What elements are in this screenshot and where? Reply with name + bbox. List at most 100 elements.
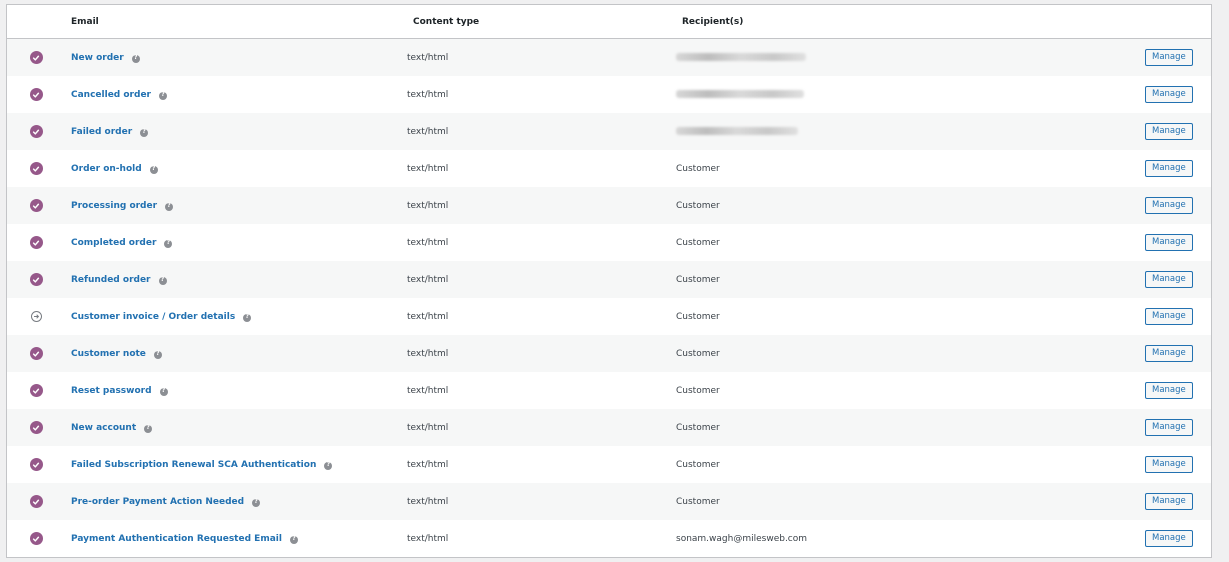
manage-button[interactable]: Manage <box>1145 456 1193 473</box>
manage-button[interactable]: Manage <box>1145 86 1193 103</box>
enabled-check-icon <box>29 421 43 434</box>
email-name-link[interactable]: Pre-order Payment Action Needed <box>65 497 244 507</box>
action-cell: Manage <box>1145 49 1211 66</box>
recipient-cell: Customer <box>676 423 1145 433</box>
email-name-link[interactable]: New account <box>65 423 136 433</box>
email-cell: Order on-hold <box>65 164 407 174</box>
table-row: Failed order text/html Manage <box>7 113 1211 150</box>
email-name-link[interactable]: Refunded order <box>65 275 151 285</box>
email-name-link[interactable]: Order on-hold <box>65 164 142 174</box>
email-name-link[interactable]: Reset password <box>65 386 152 396</box>
content-type-cell: text/html <box>407 459 449 470</box>
email-cell: Payment Authentication Requested Email <box>65 534 407 544</box>
manage-button[interactable]: Manage <box>1145 382 1193 399</box>
email-cell: New account <box>65 423 407 433</box>
table-row: Pre-order Payment Action Needed text/htm… <box>7 483 1211 520</box>
table-header: Email Content type Recipient(s) <box>7 5 1211 39</box>
recipient-cell: Customer <box>676 312 1145 322</box>
email-name-link[interactable]: New order <box>65 53 124 63</box>
help-icon[interactable] <box>131 54 140 63</box>
recipient-text: Customer <box>676 385 720 396</box>
email-cell: Customer note <box>65 349 407 359</box>
redacted-recipient <box>676 127 798 135</box>
recipient-cell: Customer <box>676 386 1145 396</box>
status-cell <box>7 458 65 471</box>
content-type-cell: text/html <box>407 422 449 433</box>
action-cell: Manage <box>1145 271 1211 288</box>
action-cell: Manage <box>1145 197 1211 214</box>
enabled-check-icon <box>29 51 43 64</box>
recipient-cell: Customer <box>676 275 1145 285</box>
enabled-check-icon <box>29 236 43 249</box>
content-type-cell: text/html <box>407 274 449 285</box>
content-type-cell: text/html <box>407 496 449 507</box>
email-name-link[interactable]: Completed order <box>65 238 156 248</box>
manage-button[interactable]: Manage <box>1145 271 1193 288</box>
enabled-check-icon <box>29 458 43 471</box>
status-cell <box>7 162 65 175</box>
recipient-text: Customer <box>676 163 720 174</box>
recipient-cell <box>676 53 1145 63</box>
help-icon[interactable] <box>165 202 174 211</box>
content-type-cell: text/html <box>407 385 449 396</box>
manage-button[interactable]: Manage <box>1145 530 1193 547</box>
action-cell: Manage <box>1145 345 1211 362</box>
help-icon[interactable] <box>144 424 153 433</box>
table-body: New order text/html Manage Cancelled ord… <box>7 39 1211 557</box>
content-type-cell: text/html <box>407 348 449 359</box>
status-cell <box>7 88 65 101</box>
email-cell: Pre-order Payment Action Needed <box>65 497 407 507</box>
help-icon[interactable] <box>252 498 261 507</box>
manage-button[interactable]: Manage <box>1145 493 1193 510</box>
manage-button[interactable]: Manage <box>1145 419 1193 436</box>
content-type-cell: text/html <box>407 126 449 137</box>
enabled-check-icon <box>29 125 43 138</box>
email-cell: Refunded order <box>65 275 407 285</box>
email-name-link[interactable]: Cancelled order <box>65 90 151 100</box>
recipient-cell <box>676 127 1145 137</box>
recipient-cell: Customer <box>676 460 1145 470</box>
recipient-cell: Customer <box>676 497 1145 507</box>
content-type-cell: text/html <box>407 237 449 248</box>
email-name-link[interactable]: Failed Subscription Renewal SCA Authenti… <box>65 460 316 470</box>
help-icon[interactable] <box>153 350 162 359</box>
enabled-check-icon <box>29 347 43 360</box>
action-cell: Manage <box>1145 308 1211 325</box>
email-cell: Reset password <box>65 386 407 396</box>
manage-button[interactable]: Manage <box>1145 49 1193 66</box>
action-cell: Manage <box>1145 86 1211 103</box>
enabled-check-icon <box>29 384 43 397</box>
table-row: Cancelled order text/html Manage <box>7 76 1211 113</box>
help-icon[interactable] <box>164 239 173 248</box>
help-icon[interactable] <box>159 387 168 396</box>
email-name-link[interactable]: Customer note <box>65 349 146 359</box>
help-icon[interactable] <box>243 313 252 322</box>
manage-button[interactable]: Manage <box>1145 123 1193 140</box>
enabled-check-icon <box>29 273 43 286</box>
help-icon[interactable] <box>158 91 167 100</box>
help-icon[interactable] <box>158 276 167 285</box>
recipient-cell: Customer <box>676 201 1145 211</box>
email-name-link[interactable]: Customer invoice / Order details <box>65 312 235 322</box>
email-name-link[interactable]: Processing order <box>65 201 157 211</box>
help-icon[interactable] <box>140 128 149 137</box>
status-cell <box>7 347 65 360</box>
table-row: Customer invoice / Order details text/ht… <box>7 298 1211 335</box>
manage-button[interactable]: Manage <box>1145 197 1193 214</box>
recipient-text: Customer <box>676 237 720 248</box>
email-name-link[interactable]: Payment Authentication Requested Email <box>65 534 282 544</box>
manage-button[interactable]: Manage <box>1145 160 1193 177</box>
enabled-check-icon <box>29 88 43 101</box>
help-icon[interactable] <box>149 165 158 174</box>
help-icon[interactable] <box>324 461 333 470</box>
recipient-text: Customer <box>676 422 720 433</box>
email-name-link[interactable]: Failed order <box>65 127 132 137</box>
manage-button[interactable]: Manage <box>1145 234 1193 251</box>
manage-button[interactable]: Manage <box>1145 308 1193 325</box>
manage-button[interactable]: Manage <box>1145 345 1193 362</box>
recipients-column-header: Recipient(s) <box>682 16 744 27</box>
help-icon[interactable] <box>289 535 298 544</box>
enabled-check-icon <box>29 199 43 212</box>
table-row: New account text/html Customer Manage <box>7 409 1211 446</box>
content-type-cell: text/html <box>407 533 449 544</box>
